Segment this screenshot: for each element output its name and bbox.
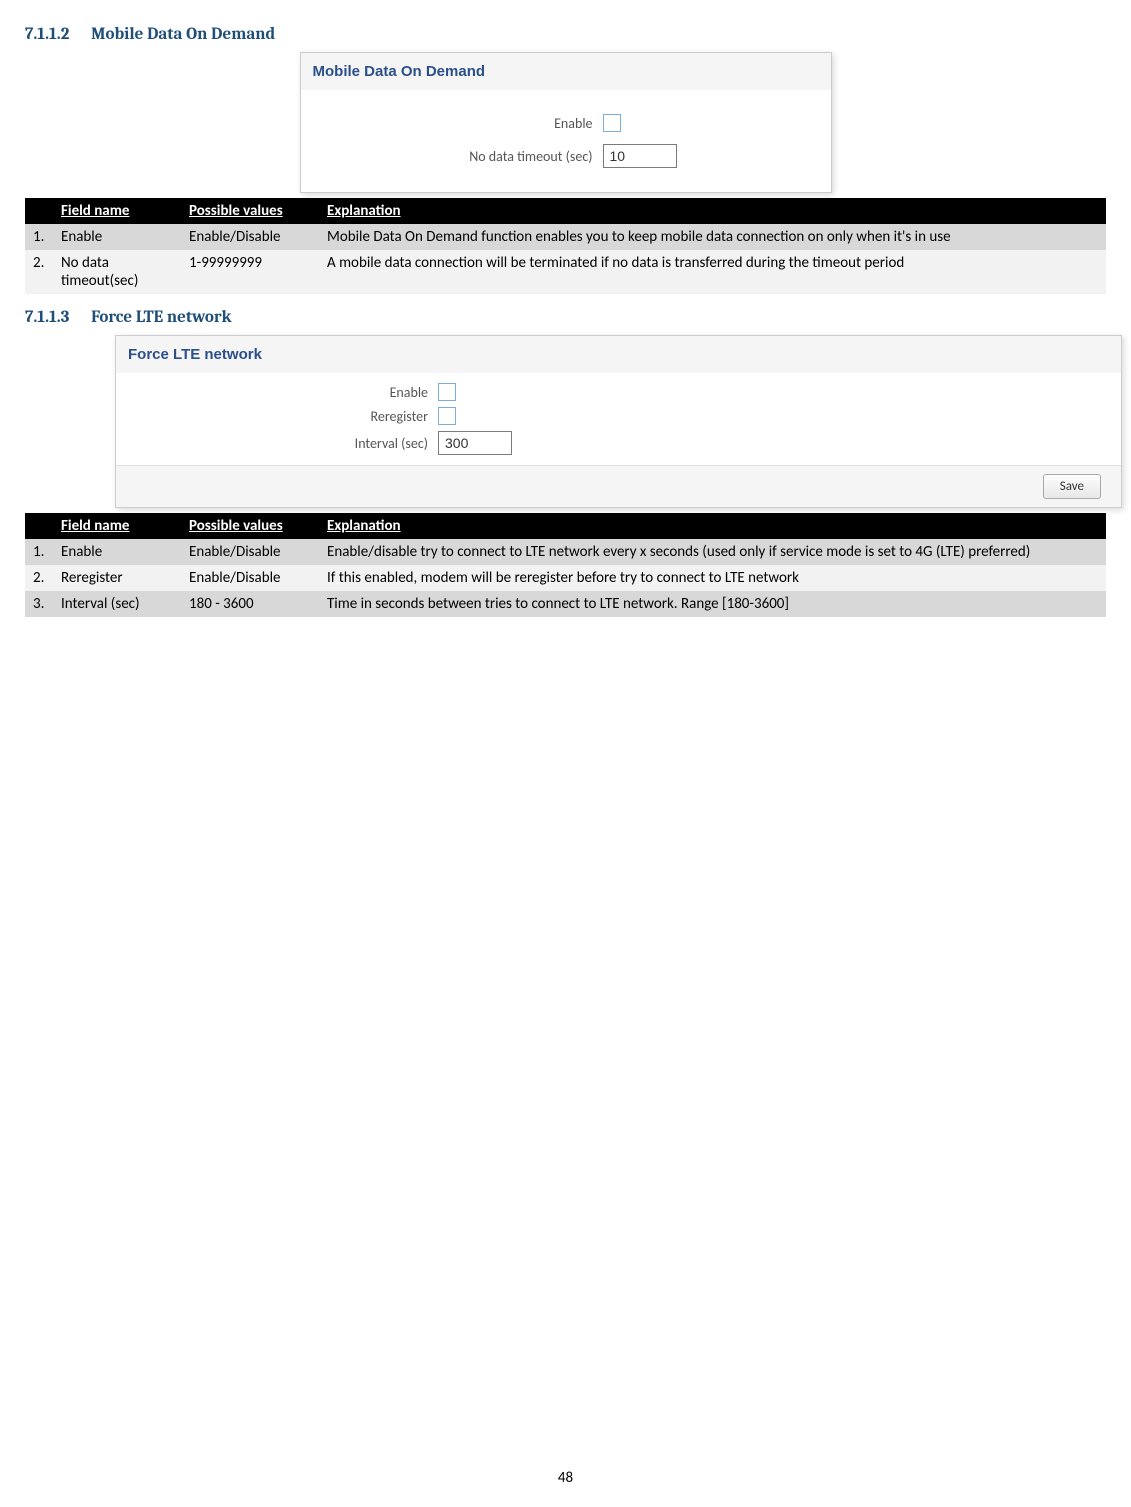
th-field: Field name: [53, 513, 181, 539]
table-row: 3. Interval (sec) 180 - 3600 Time in sec…: [25, 591, 1106, 617]
th-num: [25, 513, 53, 539]
table-row: 1. Enable Enable/Disable Mobile Data On …: [25, 224, 1106, 250]
section-title: Force LTE network: [91, 308, 231, 327]
mobile-data-ui-title: Mobile Data On Demand: [301, 53, 831, 90]
enable-label: Enable: [313, 115, 603, 132]
section-title: Mobile Data On Demand: [91, 25, 275, 44]
interval-input[interactable]: [438, 431, 512, 455]
table-row: 2. Reregister Enable/Disable If this ena…: [25, 565, 1106, 591]
enable-checkbox[interactable]: [603, 114, 621, 132]
force-lte-ui-figure: Force LTE network Enable Reregister Inte…: [115, 335, 1122, 508]
th-explanation: Explanation: [319, 513, 1106, 539]
table-row: 2. No data timeout(sec) 1-99999999 A mob…: [25, 250, 1106, 294]
th-field: Field name: [53, 198, 181, 224]
th-values: Possible values: [181, 513, 319, 539]
th-num: [25, 198, 53, 224]
save-button[interactable]: Save: [1043, 474, 1101, 499]
section-number: 7.1.1.3: [25, 308, 69, 327]
force-lte-table: Field name Possible values Explanation 1…: [25, 513, 1106, 617]
reregister-label: Reregister: [128, 408, 438, 425]
th-explanation: Explanation: [319, 198, 1106, 224]
page-number: 48: [0, 1469, 1131, 1487]
reregister-checkbox[interactable]: [438, 407, 456, 425]
section-number: 7.1.1.2: [25, 25, 69, 44]
interval-label: Interval (sec): [128, 435, 438, 452]
mobile-data-table: Field name Possible values Explanation 1…: [25, 198, 1106, 294]
timeout-input[interactable]: [603, 144, 677, 168]
force-lte-ui-title: Force LTE network: [116, 336, 1121, 373]
section-heading-force-lte: 7.1.1.3 Force LTE network: [25, 308, 1106, 327]
lte-enable-checkbox[interactable]: [438, 383, 456, 401]
th-values: Possible values: [181, 198, 319, 224]
table-row: 1. Enable Enable/Disable Enable/disable …: [25, 539, 1106, 565]
timeout-label: No data timeout (sec): [313, 148, 603, 165]
lte-enable-label: Enable: [128, 384, 438, 401]
section-heading-mobile-data: 7.1.1.2 Mobile Data On Demand: [25, 25, 1106, 44]
mobile-data-ui-figure: Mobile Data On Demand Enable No data tim…: [300, 52, 832, 193]
